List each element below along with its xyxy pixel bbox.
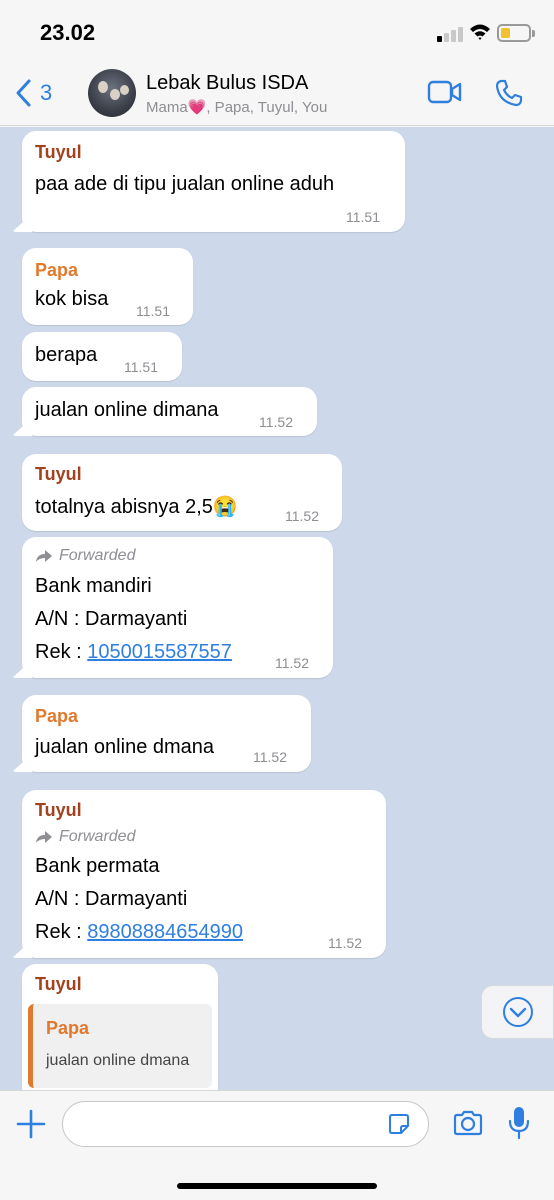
- message-text: berapa: [35, 344, 98, 366]
- video-camera-icon[interactable]: [427, 78, 463, 106]
- chevron-down-circle-icon: [503, 997, 533, 1027]
- message-time: 11.52: [259, 414, 293, 430]
- chat-header: 3 Lebak Bulus ISDA Mama💗, Papa, Tuyul, Y…: [0, 60, 554, 126]
- forwarded-message-bubble[interactable]: Tuyul Forwarded Bank permata A/N : Darma…: [22, 790, 386, 958]
- message-time: 11.52: [275, 655, 309, 671]
- rek-label: Rek :: [35, 921, 88, 943]
- message-bubble[interactable]: jualan online dimana 11.52: [22, 387, 317, 436]
- message-input[interactable]: [62, 1101, 429, 1147]
- message-time: 11.51: [124, 359, 158, 375]
- status-time: 23.02: [40, 20, 96, 45]
- account-number-line: Rek : 89808884654990: [35, 921, 243, 944]
- forward-arrow-icon: [36, 831, 52, 843]
- chat-participants[interactable]: Mama💗, Papa, Tuyul, You: [146, 98, 327, 116]
- message-sender: Tuyul: [35, 974, 82, 994]
- wifi-icon: [470, 24, 490, 40]
- status-bar: 23.02: [0, 0, 554, 60]
- account-number-link[interactable]: 1050015587557: [87, 641, 232, 663]
- message-text: kok bisa: [35, 288, 109, 310]
- reply-message-bubble[interactable]: Tuyul Papa jualan online dmana: [22, 964, 218, 1090]
- message-line: A/N : Darmayanti: [35, 608, 188, 630]
- cellular-signal-icon: [437, 26, 463, 42]
- battery-icon: [497, 24, 535, 42]
- message-bubble[interactable]: berapa 11.51: [22, 332, 182, 381]
- quoted-message[interactable]: Papa jualan online dmana: [28, 1004, 212, 1088]
- forwarded-message-bubble[interactable]: Forwarded Bank mandiri A/N : Darmayanti …: [22, 537, 333, 678]
- back-button[interactable]: 3: [14, 78, 52, 108]
- message-text: jualan online dimana: [35, 399, 219, 421]
- chevron-left-icon: [16, 79, 31, 107]
- message-time: 11.52: [328, 935, 362, 951]
- message-text: paa ade di tipu jualan online aduh: [35, 173, 335, 195]
- chat-area[interactable]: Tuyul paa ade di tipu jualan online aduh…: [0, 127, 554, 1090]
- unread-count: 3: [40, 80, 53, 105]
- forward-arrow-icon: [36, 550, 52, 562]
- message-time: 11.51: [136, 303, 170, 319]
- phone-icon[interactable]: [494, 78, 524, 108]
- message-line: Bank permata: [35, 855, 160, 877]
- camera-icon[interactable]: [452, 1109, 484, 1137]
- message-sender: Tuyul: [35, 464, 82, 484]
- message-line: A/N : Darmayanti: [35, 888, 188, 910]
- message-sender: Papa: [35, 706, 79, 726]
- message-bubble[interactable]: Papa jualan online dmana 11.52: [22, 695, 311, 772]
- chat-title[interactable]: Lebak Bulus ISDA: [146, 72, 308, 95]
- forwarded-label: Forwarded: [35, 547, 135, 565]
- quoted-text: jualan online dmana: [46, 1052, 190, 1069]
- message-text: jualan online dmana: [35, 736, 215, 758]
- group-avatar[interactable]: [88, 69, 136, 117]
- message-sender: Papa: [35, 260, 79, 280]
- rek-label: Rek :: [35, 641, 88, 663]
- account-number-link[interactable]: 89808884654990: [87, 921, 243, 943]
- message-bubble[interactable]: Tuyul paa ade di tipu jualan online aduh…: [22, 131, 405, 232]
- home-indicator: [177, 1183, 377, 1189]
- message-line: Bank mandiri: [35, 575, 152, 597]
- message-time: 11.52: [253, 749, 287, 765]
- message-sender: Tuyul: [35, 800, 82, 820]
- message-bubble[interactable]: Tuyul totalnya abisnya 2,5😭 11.52: [22, 454, 342, 531]
- account-number-line: Rek : 1050015587557: [35, 641, 232, 664]
- scroll-to-bottom-button[interactable]: [481, 985, 554, 1039]
- message-input-bar: [0, 1090, 554, 1200]
- quoted-sender: Papa: [46, 1018, 90, 1038]
- message-time: 11.51: [346, 209, 380, 225]
- message-sender: Tuyul: [35, 142, 82, 162]
- message-time: 11.52: [285, 508, 319, 524]
- message-bubble[interactable]: Papa kok bisa 11.51: [22, 248, 193, 325]
- microphone-icon[interactable]: [507, 1105, 531, 1141]
- forwarded-label: Forwarded: [35, 828, 135, 846]
- sticker-icon[interactable]: [388, 1113, 410, 1135]
- plus-icon[interactable]: [16, 1109, 46, 1139]
- message-text: totalnya abisnya 2,5😭: [35, 496, 238, 518]
